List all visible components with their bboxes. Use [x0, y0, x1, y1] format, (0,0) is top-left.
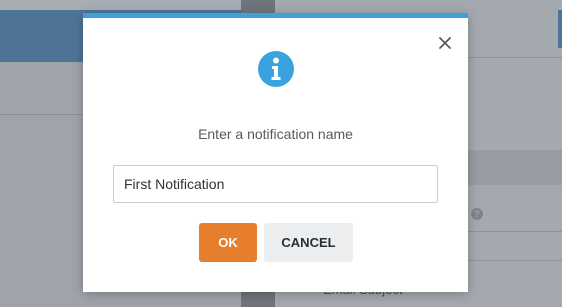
notification-name-input[interactable]: [113, 165, 438, 203]
info-icon: [256, 49, 296, 89]
ok-button[interactable]: OK: [199, 223, 257, 262]
right-panel-active-edge: [558, 10, 562, 48]
close-icon: [439, 37, 451, 49]
dialog-accent-bar: [83, 13, 468, 18]
close-button[interactable]: [435, 33, 455, 53]
cancel-button[interactable]: CANCEL: [264, 223, 353, 262]
left-panel-header: [0, 0, 241, 10]
dialog-prompt: Enter a notification name: [198, 126, 353, 142]
help-circle-icon: ?: [471, 208, 483, 220]
notification-name-dialog: Enter a notification name OK CANCEL: [83, 13, 468, 292]
